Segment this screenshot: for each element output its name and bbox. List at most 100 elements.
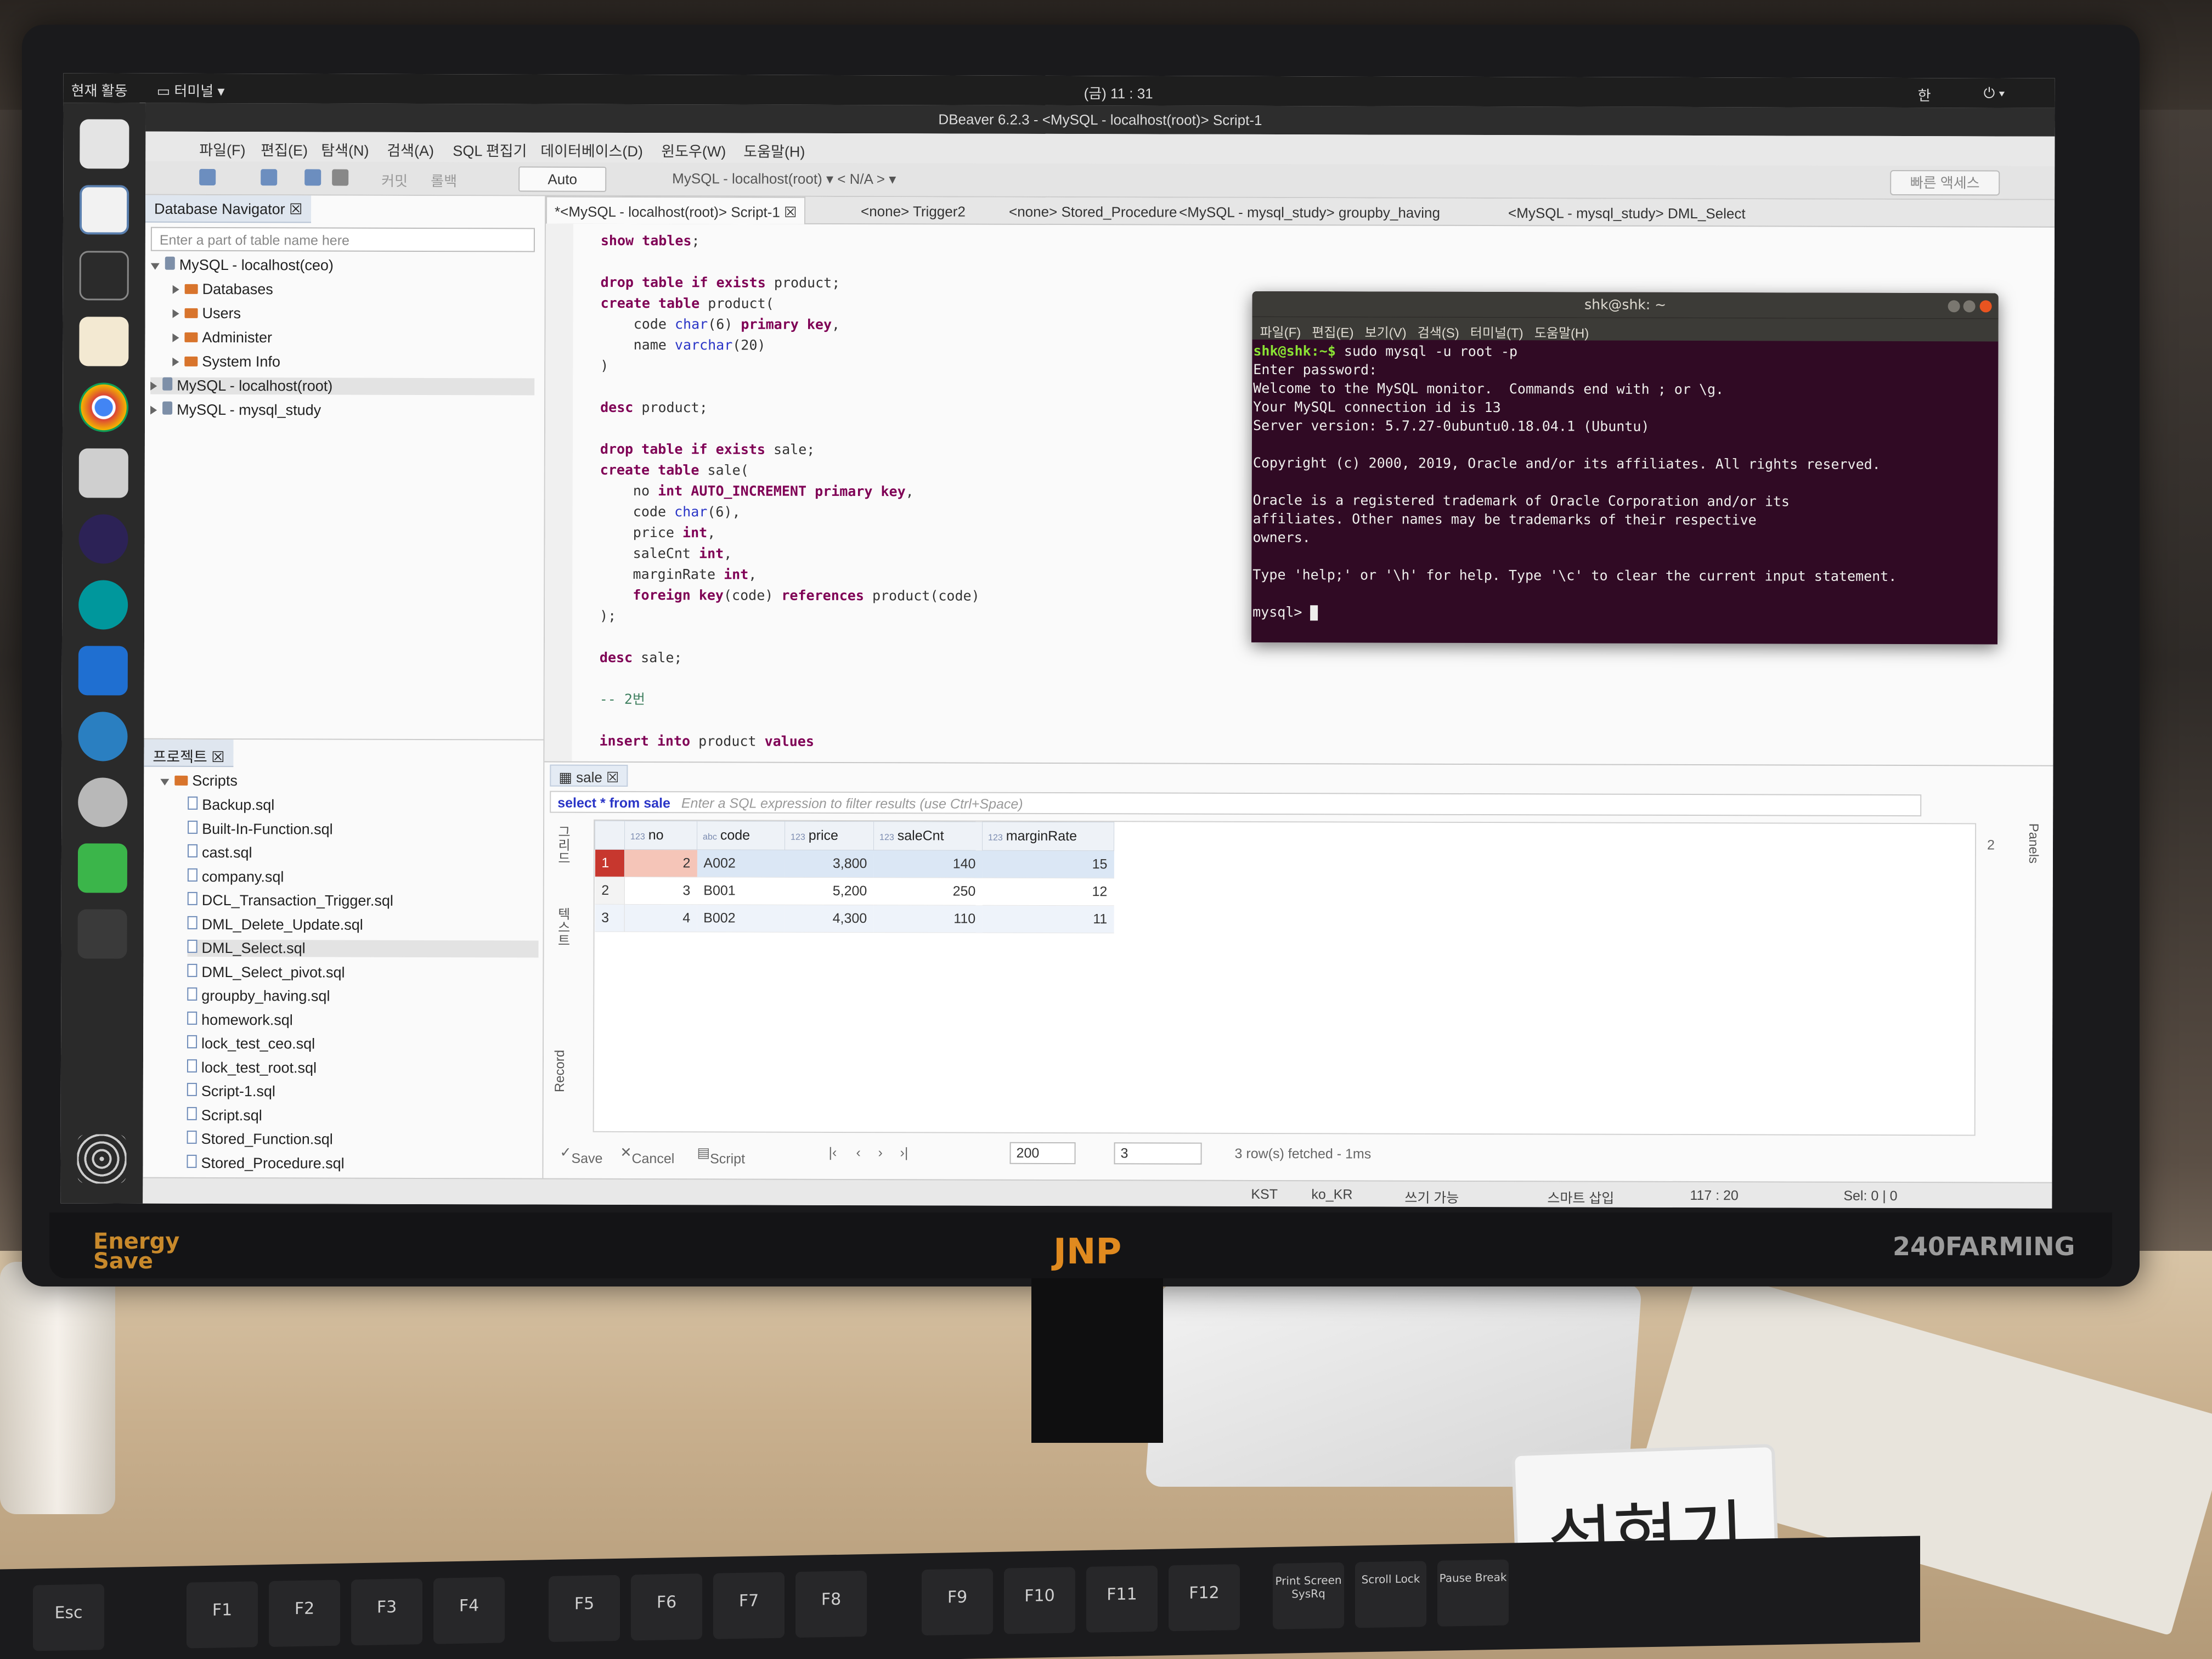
vscode-icon[interactable] [78,646,128,696]
maximize-icon[interactable] [1963,300,1976,313]
editor-tab-script-1[interactable]: *<MySQL - localhost(root)> Script-1 ☒ [545,196,806,224]
tree-item-mysql-ceo[interactable]: MySQL - localhost(ceo) [150,256,334,274]
script-file-item[interactable]: groupby_having.sql [187,987,330,1005]
table-cell[interactable]: 250 [873,877,983,906]
table-cell[interactable]: 15 [982,850,1114,878]
menu-edit[interactable]: 편집(E) [261,138,308,160]
script-file-item[interactable]: company.sql [187,868,284,885]
editor-tab-stored-procedure[interactable]: <none> Stored_Procedure [1001,198,1185,225]
table-row[interactable]: 2 3 B001 5,200 250 12 [595,877,1114,906]
quick-access-input[interactable]: 빠른 액세스 [1890,170,2000,196]
menu-search[interactable]: 검색(A) [387,139,434,160]
table-cell[interactable]: 11 [982,905,1114,933]
editor-tab-dml-select[interactable]: <MySQL - mysql_study> DML_Select [1500,199,1753,227]
app-menu-terminal[interactable]: ▭ 터미널 ▾ [157,80,225,100]
prev-page-icon[interactable]: ‹ [856,1145,861,1161]
connect-icon[interactable] [261,169,278,186]
table-cell[interactable]: 3,800 [785,850,874,878]
script-file-item[interactable]: DML_Select_pivot.sql [187,963,345,981]
arduino-icon[interactable] [78,580,128,630]
script-file-item[interactable]: Backup.sql [188,796,274,814]
table-cell[interactable]: 140 [873,850,983,878]
menu-window[interactable]: 윈도우(W) [661,139,726,161]
minimize-icon[interactable] [1948,300,1960,313]
row-count-input[interactable]: 3 [1114,1142,1202,1165]
table-cell[interactable]: B002 [697,904,785,933]
fetch-size-input[interactable]: 200 [1009,1142,1076,1165]
disconnect-icon[interactable] [304,169,321,186]
eclipse-icon[interactable] [78,514,128,564]
terminal-menu-edit[interactable]: 편집(E) [1312,325,1353,340]
row-number-cell[interactable]: 2 [595,877,625,905]
table-row[interactable]: 3 4 B002 4,300 110 11 [595,904,1114,933]
input-method-indicator[interactable]: 한 [1918,84,1931,105]
column-header-marginRate[interactable]: 123 marginRate [982,822,1114,851]
script-file-item[interactable]: lock_test_ceo.sql [187,1035,315,1053]
row-number-cell[interactable]: 1 [595,849,625,877]
menu-database[interactable]: 데이터베이스(D) [540,139,643,161]
table-row[interactable]: 1 2 A002 3,800 140 15 [595,849,1114,878]
commit-button[interactable]: 커밋 [381,170,408,190]
close-icon[interactable] [1979,300,1992,313]
menu-navigate[interactable]: 탐색(N) [321,138,369,160]
cancel-button[interactable]: ✕ Cancel [620,1144,675,1166]
terminal-output[interactable]: shk@shk:~$ sudo mysql -u root -p Enter p… [1252,342,1897,623]
panels-toggle[interactable]: Panels [2025,823,2041,864]
text-editor-icon[interactable] [79,317,129,366]
tree-item-users[interactable]: Users [172,305,241,322]
files-icon[interactable] [80,119,129,169]
terminal-menu-search[interactable]: 검색(S) [1418,326,1459,341]
document-viewer-icon[interactable] [79,185,129,235]
camera-icon[interactable] [78,448,128,498]
tree-item-administer[interactable]: Administer [172,329,272,346]
database-navigator-tab[interactable]: Database Navigator ☒ [145,195,312,223]
script-file-item[interactable]: Script-1.sql [187,1082,275,1100]
column-header-code[interactable]: abc code [697,821,785,850]
transaction-mode-selector[interactable]: Auto [518,166,607,192]
table-cell[interactable]: 5,200 [785,877,874,905]
script-file-item[interactable]: cast.sql [187,844,252,861]
next-page-icon[interactable]: › [878,1145,883,1161]
editor-tab-groupby-having[interactable]: <MySQL - mysql_study> groupby_having [1171,198,1448,226]
menu-help[interactable]: 도움말(H) [743,139,805,161]
starred-app-icon[interactable] [77,909,127,959]
clock[interactable]: (금) 11 : 31 [1084,82,1153,103]
editor-tab-trigger2[interactable]: <none> Trigger2 [853,197,973,225]
menu-sql-editor[interactable]: SQL 편집기 [453,139,527,160]
script-file-item[interactable]: homework.sql [187,1011,293,1029]
script-file-item[interactable]: Stored_Function.sql [187,1130,333,1148]
column-header-no[interactable]: 123 no [624,821,697,850]
table-cell[interactable]: 4 [624,904,697,932]
terminal-menu-terminal[interactable]: 터미널(T) [1470,326,1523,341]
row-number-cell[interactable]: 3 [595,904,625,932]
table-cell[interactable]: B001 [697,877,785,905]
rollback-button[interactable]: 롤백 [431,170,457,190]
power-icon[interactable]: ⏻ ▾ [1984,84,2005,102]
tree-item-mysql-study[interactable]: MySQL - mysql_study [150,401,321,419]
script-file-item[interactable]: Script.sql [187,1107,262,1124]
table-cell[interactable]: A002 [697,849,785,878]
script-button[interactable]: ▤ Script [697,1144,746,1166]
save-button[interactable]: ✓ Save [560,1144,603,1166]
script-file-item[interactable]: lock_test_root.sql [187,1059,317,1076]
new-connection-icon[interactable] [199,168,216,185]
zoom-icon[interactable] [78,712,128,761]
tree-item-system-info[interactable]: System Info [172,353,280,371]
text-view-tab[interactable]: 텍스트 [553,907,572,947]
dbeaver-icon[interactable] [78,777,128,827]
project-tab[interactable]: 프로젝트 ☒ [144,739,234,768]
terminal-menu-file[interactable]: 파일(F) [1260,325,1301,340]
record-view-tab[interactable]: Record [552,1050,568,1092]
table-cell[interactable]: 3 [624,877,697,905]
terminal-dock-icon[interactable] [79,251,129,301]
chrome-icon[interactable] [78,382,129,432]
terminal-menu-help[interactable]: 도움말(H) [1534,326,1589,341]
table-cell[interactable]: 4,300 [785,905,874,933]
terminal-menu-view[interactable]: 보기(V) [1364,325,1406,340]
commit-icon[interactable] [332,169,349,186]
column-header-saleCnt[interactable]: 123 saleCnt [873,821,983,851]
last-page-icon[interactable]: ›| [900,1145,909,1161]
table-cell[interactable]: 2 [624,849,697,877]
results-filter-bar[interactable]: select * from sale Enter a SQL expression… [550,791,1922,817]
script-file-item[interactable]: DML_Delete_Update.sql [187,916,363,933]
